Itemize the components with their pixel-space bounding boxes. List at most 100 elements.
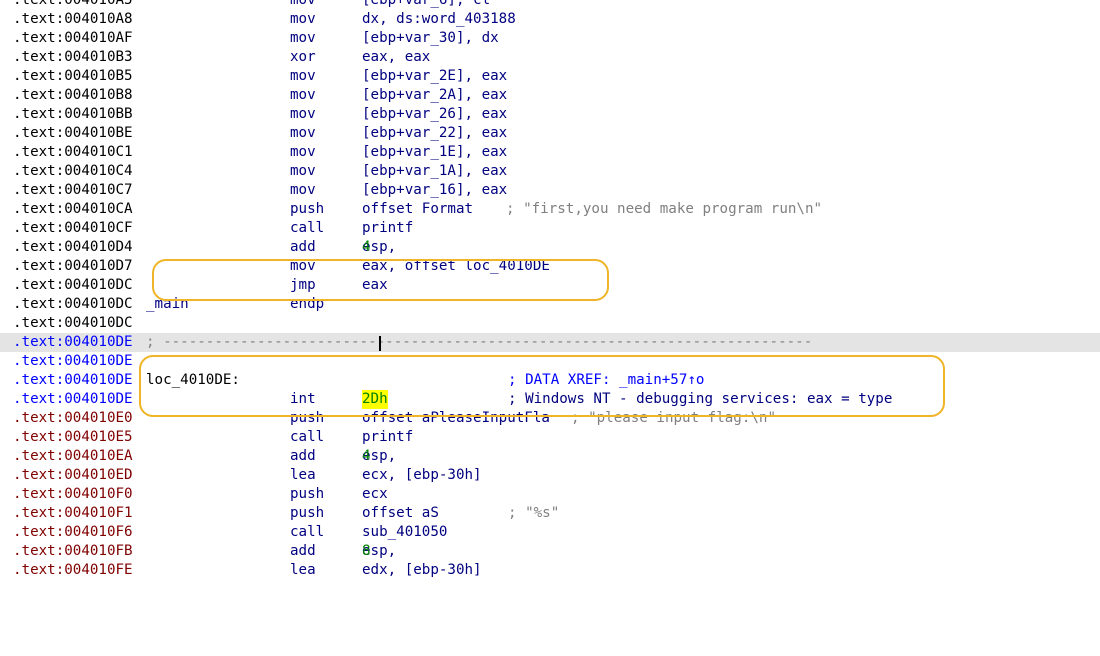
code-line[interactable]: .text:004010FE lea edx, [ebp-30h] (0, 561, 1100, 580)
operand-number: 4 (362, 239, 371, 255)
address: .text:004010CA (13, 201, 133, 217)
code-line[interactable]: .text:004010BE mov [ebp+var_22], eax (0, 124, 1100, 143)
address: .text:004010F1 (13, 505, 133, 521)
comment: ; "first,you need make program run\n" (506, 201, 823, 217)
operand[interactable]: edx, [ebp-30h] (362, 561, 482, 580)
operand[interactable]: [ebp+var_16], eax (362, 181, 507, 200)
mnemonic[interactable]: lea (290, 466, 316, 485)
mnemonic[interactable]: mov (290, 29, 316, 48)
address: .text:004010DE (13, 334, 133, 350)
mnemonic[interactable]: xor (290, 48, 316, 67)
address: .text:004010E5 (13, 429, 133, 445)
text-cursor (379, 336, 381, 351)
address: .text:004010DC (13, 296, 133, 312)
address: .text:004010F0 (13, 486, 133, 502)
address: .text:004010D4 (13, 239, 133, 255)
operand[interactable]: [ebp+var_6], cl (362, 0, 490, 10)
address: .text:004010FE (13, 562, 133, 578)
code-line[interactable]: .text:004010CF call printf (0, 219, 1100, 238)
mnemonic[interactable]: mov (290, 105, 316, 124)
address: .text:004010AF (13, 30, 133, 46)
operand[interactable]: dx, ds:word_403188 (362, 10, 516, 29)
mnemonic[interactable]: mov (290, 162, 316, 181)
mnemonic[interactable]: push (290, 504, 324, 523)
address: .text:004010C1 (13, 144, 133, 160)
address: .text:004010BE (13, 125, 133, 141)
mnemonic[interactable]: mov (290, 0, 316, 10)
code-line[interactable]: .text:004010B8 mov [ebp+var_2A], eax (0, 86, 1100, 105)
code-line[interactable]: .text:004010B5 mov [ebp+var_2E], eax (0, 67, 1100, 86)
operand[interactable]: offset Format (362, 200, 473, 219)
operand[interactable]: [ebp+var_30], dx (362, 29, 499, 48)
code-line[interactable]: .text:004010BB mov [ebp+var_26], eax (0, 105, 1100, 124)
mnemonic[interactable]: call (290, 219, 324, 238)
address: .text:004010C4 (13, 163, 133, 179)
code-line[interactable]: .text:004010FB add esp, 8 (0, 542, 1100, 561)
mnemonic[interactable]: mov (290, 86, 316, 105)
code-line[interactable]: .text:004010ED lea ecx, [ebp-30h] (0, 466, 1100, 485)
code-line[interactable]: .text:004010F1 push offset aS ; "%s" (0, 504, 1100, 523)
comment: ; "%s" (508, 505, 560, 521)
mnemonic[interactable]: mov (290, 10, 316, 29)
mnemonic[interactable]: add (290, 238, 316, 257)
code-line[interactable]: .text:004010F0 push ecx (0, 485, 1100, 504)
operand[interactable]: printf (362, 219, 413, 238)
address: .text:004010B3 (13, 49, 133, 65)
operand[interactable]: ecx, [ebp-30h] (362, 466, 482, 485)
code-line[interactable]: .text:004010A5 mov [ebp+var_6], cl (0, 0, 1100, 10)
address: .text:004010DE (13, 372, 133, 388)
mnemonic[interactable]: push (290, 200, 324, 219)
address: .text:004010C7 (13, 182, 133, 198)
operand[interactable]: [ebp+var_2E], eax (362, 67, 507, 86)
operand[interactable]: [ebp+var_2A], eax (362, 86, 507, 105)
code-line[interactable]: .text:004010F6 call sub_401050 (0, 523, 1100, 542)
operand[interactable]: [ebp+var_22], eax (362, 124, 507, 143)
code-line[interactable]: .text:004010D4 add esp, 4 (0, 238, 1100, 257)
mnemonic[interactable]: lea (290, 561, 316, 580)
mnemonic[interactable]: mov (290, 67, 316, 86)
operand[interactable]: [ebp+var_26], eax (362, 105, 507, 124)
operand[interactable]: printf (362, 428, 413, 447)
mnemonic[interactable]: mov (290, 181, 316, 200)
code-line[interactable]: .text:004010AF mov [ebp+var_30], dx (0, 29, 1100, 48)
address: .text:004010F6 (13, 524, 133, 540)
operand[interactable]: [ebp+var_1A], eax (362, 162, 507, 181)
mnemonic[interactable]: mov (290, 143, 316, 162)
operand[interactable]: sub_401050 (362, 523, 447, 542)
annotation-box-jump (152, 259, 609, 301)
operand[interactable]: eax, eax (362, 48, 430, 67)
code-line[interactable]: .text:004010C4 mov [ebp+var_1A], eax (0, 162, 1100, 181)
mnemonic[interactable]: add (290, 542, 316, 561)
operand[interactable]: ecx (362, 485, 388, 504)
mnemonic[interactable]: call (290, 523, 324, 542)
code-line[interactable]: .text:004010DC (0, 314, 1100, 333)
mnemonic[interactable]: call (290, 428, 324, 447)
mnemonic[interactable]: mov (290, 124, 316, 143)
code-line[interactable]: .text:004010EA add esp, 4 (0, 447, 1100, 466)
operand[interactable]: [ebp+var_1E], eax (362, 143, 507, 162)
code-line[interactable]: .text:004010A8 mov dx, ds:word_403188 (0, 10, 1100, 29)
code-line[interactable]: .text:004010B3 xor eax, eax (0, 48, 1100, 67)
annotation-box-int2d (139, 355, 945, 417)
address: .text:004010DC (13, 315, 133, 331)
operand[interactable]: offset aS (362, 504, 439, 523)
code-line[interactable]: .text:004010CA push offset Format ; "fir… (0, 200, 1100, 219)
operand-number: 8 (362, 543, 371, 559)
address: .text:004010B8 (13, 87, 133, 103)
mnemonic[interactable]: push (290, 485, 324, 504)
address: .text:004010CF (13, 220, 133, 236)
address: .text:004010E0 (13, 410, 133, 426)
address: .text:004010BB (13, 106, 133, 122)
code-line-current[interactable]: .text:004010DE ; -----------------------… (0, 333, 1100, 352)
address: .text:004010B5 (13, 68, 133, 84)
address: .text:004010ED (13, 467, 133, 483)
address: .text:004010A5 (13, 0, 133, 8)
address: .text:004010A8 (13, 11, 133, 27)
code-line[interactable]: .text:004010C1 mov [ebp+var_1E], eax (0, 143, 1100, 162)
address: .text:004010D7 (13, 258, 133, 274)
address: .text:004010EA (13, 448, 133, 464)
mnemonic[interactable]: add (290, 447, 316, 466)
code-line[interactable]: .text:004010C7 mov [ebp+var_16], eax (0, 181, 1100, 200)
operand-number: 4 (362, 448, 371, 464)
code-line[interactable]: .text:004010E5 call printf (0, 428, 1100, 447)
